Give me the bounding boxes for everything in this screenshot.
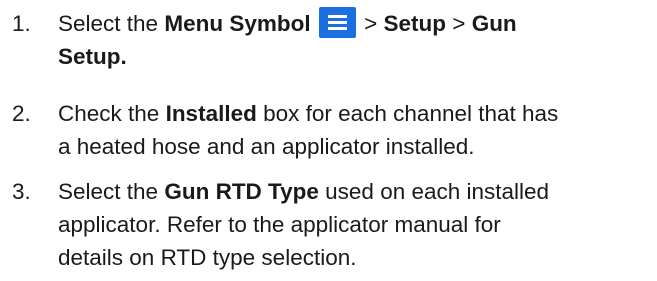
- instruction-steps: 1. Select the Menu Symbol > Setup > Gun …: [0, 0, 657, 281]
- setup-label: Setup: [383, 11, 447, 36]
- step-line: details on RTD type selection.: [58, 245, 357, 270]
- installed-label: Installed: [165, 101, 257, 126]
- step-text: Check the Installed box for each channel…: [58, 97, 653, 163]
- step-number: 1.: [12, 11, 31, 36]
- step-text: Select the Gun RTD Type used on each ins…: [58, 175, 653, 274]
- step-text: Select the Menu Symbol > Setup > Gun Set…: [58, 7, 653, 73]
- gun-setup-label: Setup.: [58, 44, 127, 69]
- step-line: a heated hose and an applicator installe…: [58, 134, 475, 159]
- step-line: Select the Gun RTD Type used on each ins…: [58, 179, 550, 204]
- step-number: 2.: [12, 101, 31, 126]
- gun-rtd-type-label: Gun RTD Type: [164, 179, 319, 204]
- step-line: Setup.: [58, 40, 653, 73]
- hamburger-menu-icon: [318, 7, 356, 38]
- step-line: applicator. Refer to the applicator manu…: [58, 212, 501, 237]
- step-line: Select the Menu Symbol > Setup > Gun: [58, 7, 653, 40]
- gun-label: Gun: [471, 11, 517, 36]
- step-number: 3.: [12, 179, 31, 204]
- step-line: Check the Installed box for each channel…: [58, 101, 559, 126]
- menu-symbol-label: Menu Symbol: [164, 11, 311, 36]
